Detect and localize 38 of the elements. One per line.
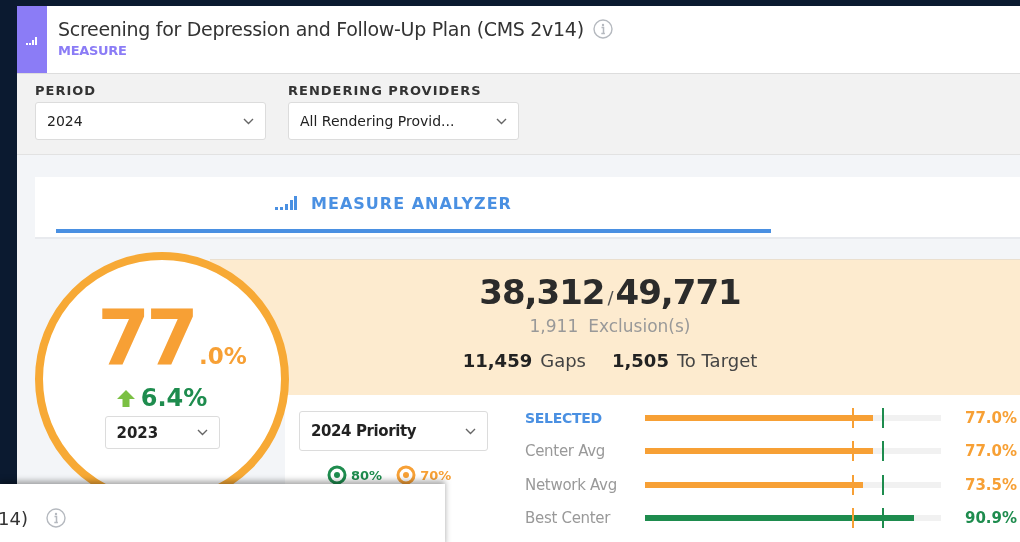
comparison-label: Best Center [525,508,612,527]
score-decimal: .0% [199,343,247,369]
exclusion-label: Exclusion(s) [588,316,691,336]
denominator: 49,771 [615,272,741,312]
priority-select[interactable]: 2024 Priority [299,411,488,451]
gap-count: 11,459 [462,350,533,371]
exclusion-count: 1,911 [529,316,579,336]
filter-select[interactable]: 2024 [35,102,266,140]
caret-icon [196,429,208,436]
target-label: 80% [351,467,383,483]
numerator: 38,312 [479,272,605,312]
filter-select[interactable]: All Rendering Provid... [288,102,519,140]
to-target-count: 1,505 [612,350,669,371]
gap-label: Gaps [540,350,586,371]
page-title: Screening for Depression and Follow-Up Plan (CMS 2v14) [58,18,584,40]
separator: / [607,287,613,308]
filter-label: RENDERING PROVIDERS [288,83,483,98]
caret-icon [465,427,476,435]
target-label: 70% [420,467,452,483]
comparison-value: 77.0% [963,409,1017,428]
to-target-label: To Target [676,350,758,371]
comparison-label: Network Avg [525,475,618,494]
score-value: 77 [97,300,195,376]
bar-chart-icon [275,196,298,210]
comparison-label: SELECTED [525,410,603,427]
page-subtitle: MEASURE [58,43,128,58]
compare-period-select[interactable]: 2023 [104,416,220,449]
info-icon[interactable] [592,19,613,39]
score-change: 6.4% [140,384,208,412]
comparison-value: 73.5% [963,475,1017,494]
filter-label: PERIOD [35,83,98,98]
caret-icon [496,117,507,125]
caret-icon [243,117,254,125]
comparison-label: Center Avg [525,442,607,461]
comparison-value: 90.9% [963,508,1017,527]
info-icon[interactable] [45,508,66,528]
window-title: 14) [0,507,28,529]
comparison-value: 77.0% [963,442,1017,461]
